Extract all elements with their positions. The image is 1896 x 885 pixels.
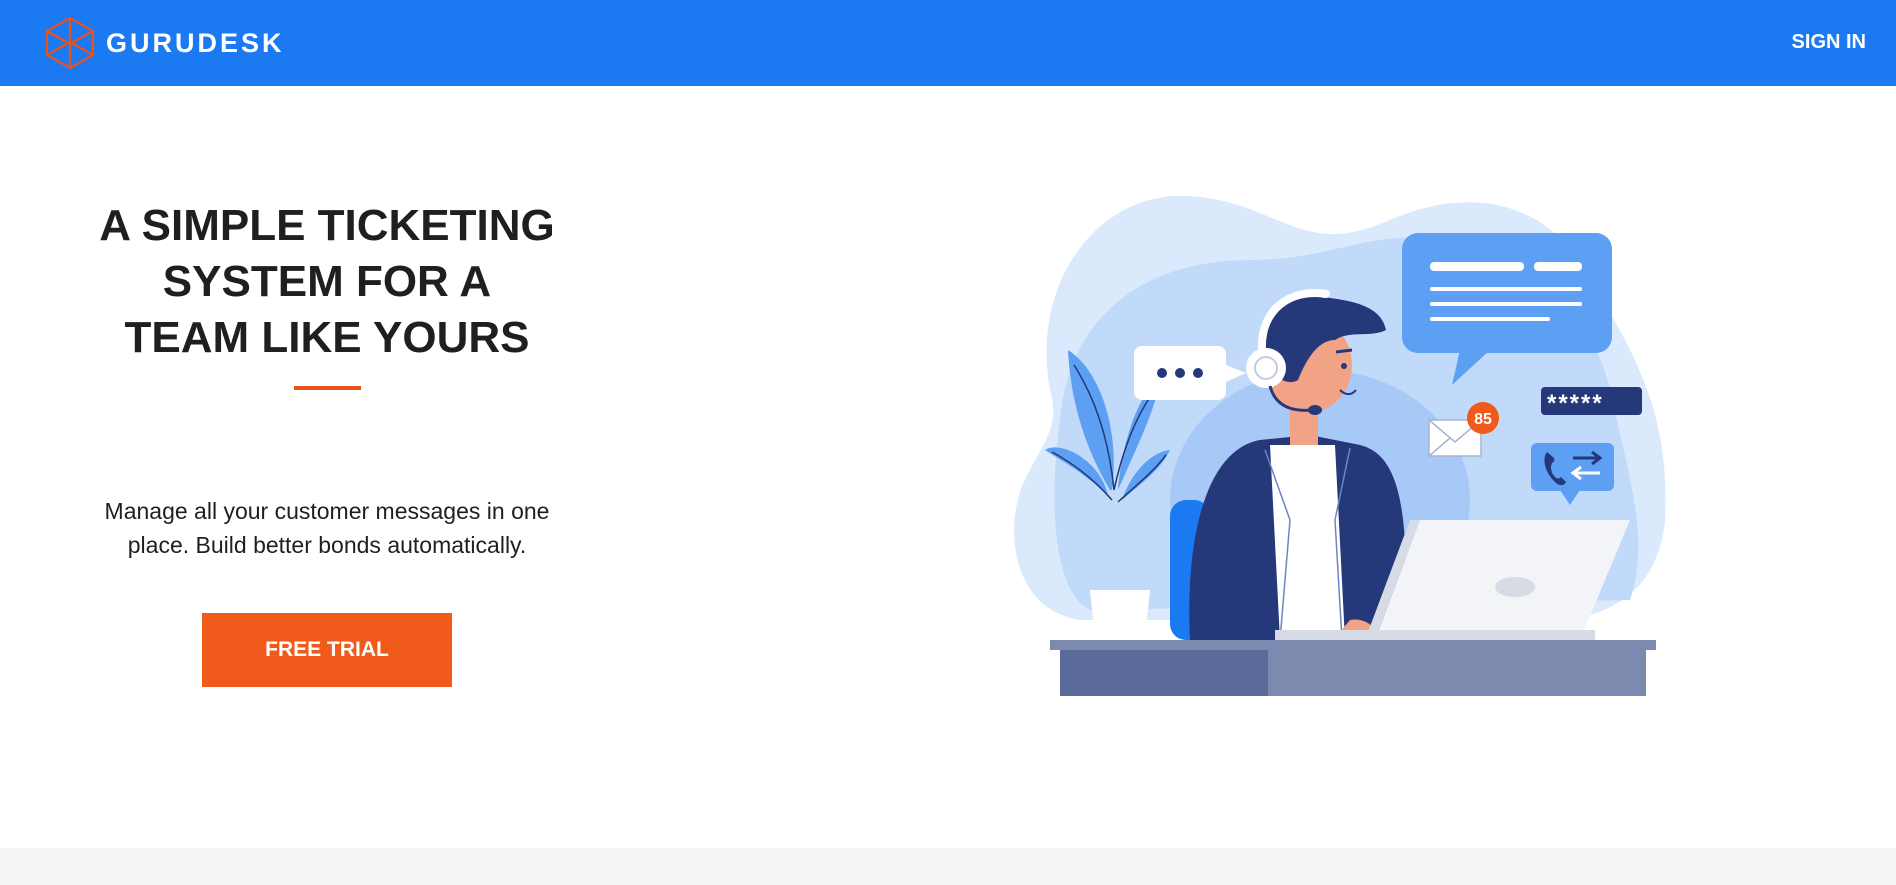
hero-description: Manage all your customer messages in one… [104, 498, 550, 558]
footer-strip [0, 848, 1896, 885]
sign-in-link[interactable]: SIGN IN [1792, 28, 1866, 56]
brand-logo[interactable]: GURUDESK [42, 15, 285, 71]
headline-divider [293, 386, 361, 390]
top-nav-bar: GURUDESK SIGN IN [0, 0, 1896, 86]
desk-top [1050, 640, 1656, 650]
hero-text-section: A SIMPLE TICKETING SYSTEM FOR A TEAM LIK… [60, 198, 594, 687]
desk-front-left [1060, 650, 1268, 696]
hero-headline: A SIMPLE TICKETING SYSTEM FOR A TEAM LIK… [99, 201, 555, 362]
password-mask: ***** [1547, 390, 1604, 417]
cube-logo-icon [45, 16, 95, 70]
support-agent-illustration: 85 ***** [1014, 195, 1666, 696]
desk-front-right [1268, 650, 1646, 696]
brand-name: GURUDESK [106, 28, 285, 58]
free-trial-button[interactable]: FREE TRIAL [202, 613, 452, 687]
notification-count: 85 [1474, 411, 1492, 428]
